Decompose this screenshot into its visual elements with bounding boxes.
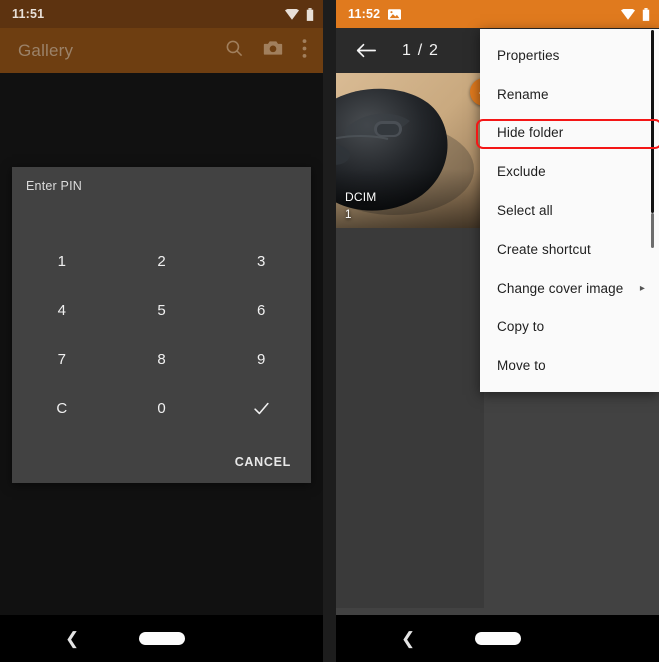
grid-empty-area bbox=[336, 228, 484, 608]
pin-key-8[interactable]: 8 bbox=[112, 335, 212, 384]
page-title: Gallery bbox=[18, 40, 74, 60]
menu-scrollbar-track[interactable] bbox=[651, 213, 654, 248]
menu-item-label: Rename bbox=[497, 86, 549, 102]
menu-item-label: Copy to bbox=[497, 319, 545, 335]
battery-icon bbox=[306, 7, 314, 21]
menu-item-label: Create shortcut bbox=[497, 241, 591, 257]
menu-item-change-cover-image[interactable]: Change cover image ▸ bbox=[480, 269, 659, 308]
pin-key-3[interactable]: 3 bbox=[211, 237, 311, 286]
search-icon[interactable] bbox=[225, 39, 244, 63]
pin-key-5[interactable]: 5 bbox=[112, 286, 212, 335]
home-pill[interactable] bbox=[474, 632, 521, 645]
menu-item-move-to[interactable]: Move to bbox=[480, 346, 659, 385]
pin-dialog-title: Enter PIN bbox=[26, 179, 82, 193]
thumbnail-image bbox=[336, 73, 484, 228]
menu-item-select-all[interactable]: Select all bbox=[480, 191, 659, 230]
status-time: 11:51 bbox=[12, 7, 45, 21]
dual-phone-screenshot: 11:51 Gallery Enter PIN 1 2 3 4 5 6 7 8 … bbox=[0, 0, 659, 662]
menu-scrollbar-thumb[interactable] bbox=[651, 30, 654, 213]
menu-item-create-shortcut[interactable]: Create shortcut bbox=[480, 230, 659, 269]
menu-item-label: Hide folder bbox=[497, 125, 564, 141]
back-chevron-icon[interactable]: ❮ bbox=[65, 629, 79, 649]
back-arrow-icon[interactable] bbox=[356, 43, 376, 59]
pin-key-6[interactable]: 6 bbox=[211, 286, 311, 335]
menu-item-label: Exclude bbox=[497, 164, 546, 180]
menu-item-copy-to[interactable]: Copy to bbox=[480, 308, 659, 347]
folder-name: DCIM bbox=[345, 190, 377, 204]
folder-thumbnail[interactable]: DCIM 1 bbox=[336, 73, 484, 228]
pin-keypad: 1 2 3 4 5 6 7 8 9 C 0 bbox=[12, 237, 311, 433]
pin-key-1[interactable]: 1 bbox=[12, 237, 112, 286]
menu-item-rename[interactable]: Rename bbox=[480, 75, 659, 114]
right-status-bar: 11:52 bbox=[336, 0, 659, 28]
left-navbar: ❮ bbox=[0, 615, 323, 662]
wifi-icon bbox=[621, 8, 635, 20]
right-navbar: ❮ bbox=[336, 615, 659, 662]
more-vertical-icon[interactable] bbox=[302, 38, 307, 63]
check-icon[interactable] bbox=[211, 384, 311, 433]
cancel-button[interactable]: CANCEL bbox=[235, 455, 291, 469]
status-time: 11:52 bbox=[348, 7, 381, 21]
panel-divider bbox=[323, 0, 336, 662]
folder-item-count: 1 bbox=[345, 209, 352, 221]
menu-item-hide-folder[interactable]: Hide folder bbox=[480, 114, 659, 153]
battery-icon bbox=[642, 7, 650, 21]
pin-key-2[interactable]: 2 bbox=[112, 237, 212, 286]
pin-key-0[interactable]: 0 bbox=[112, 384, 212, 433]
pin-key-7[interactable]: 7 bbox=[12, 335, 112, 384]
right-phone-panel: 11:52 1 / 2 DCIM 1 Properties Rename Hid… bbox=[336, 0, 659, 662]
home-pill[interactable] bbox=[138, 632, 185, 645]
menu-item-label: Change cover image bbox=[497, 280, 624, 296]
menu-item-properties[interactable]: Properties bbox=[480, 36, 659, 75]
pin-key-4[interactable]: 4 bbox=[12, 286, 112, 335]
camera-icon[interactable] bbox=[263, 39, 283, 62]
menu-item-exclude[interactable]: Exclude bbox=[480, 152, 659, 191]
left-phone-panel: 11:51 Gallery Enter PIN 1 2 3 4 5 6 7 8 … bbox=[0, 0, 323, 662]
back-chevron-icon[interactable]: ❮ bbox=[401, 629, 415, 649]
folder-context-menu: Properties Rename Hide folder Exclude Se… bbox=[476, 29, 659, 393]
pin-key-9[interactable]: 9 bbox=[211, 335, 311, 384]
left-status-bar: 11:51 bbox=[0, 0, 323, 28]
left-toolbar: Gallery bbox=[0, 28, 323, 73]
menu-item-label: Move to bbox=[497, 358, 546, 374]
chevron-right-icon: ▸ bbox=[639, 282, 645, 294]
menu-item-label: Properties bbox=[497, 47, 560, 63]
pin-dialog: Enter PIN 1 2 3 4 5 6 7 8 9 C 0 CANCEL bbox=[12, 167, 311, 483]
pin-key-clear[interactable]: C bbox=[12, 384, 112, 433]
photo-icon bbox=[388, 8, 402, 20]
wifi-icon bbox=[285, 8, 299, 20]
image-counter: 1 / 2 bbox=[402, 41, 440, 59]
menu-item-label: Select all bbox=[497, 203, 553, 219]
